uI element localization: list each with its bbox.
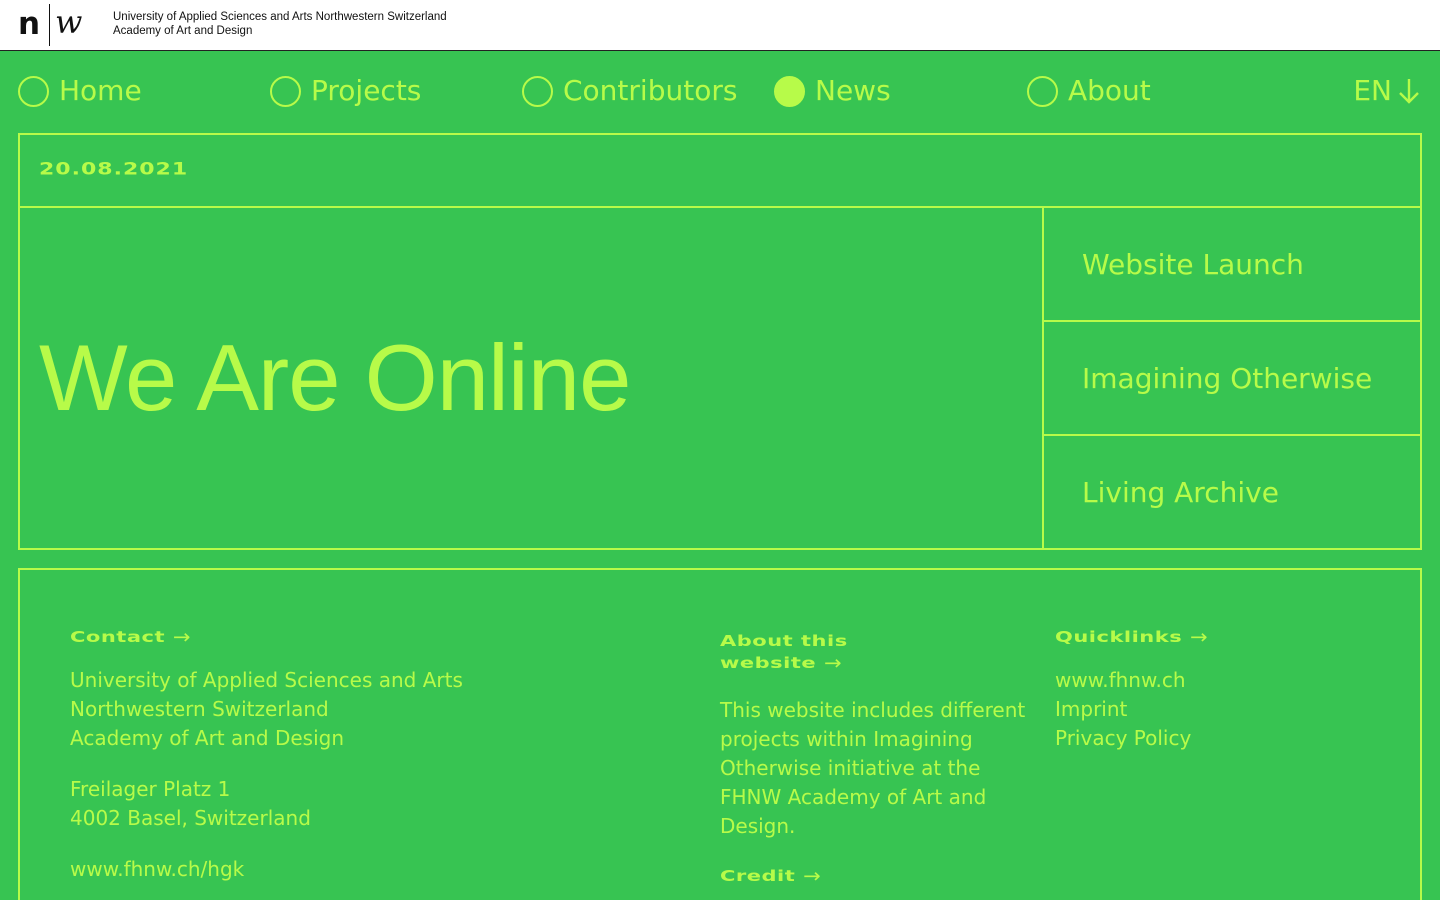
nav-label: About	[1068, 74, 1151, 107]
main-nav: Home Projects Contributors News About EN	[0, 51, 1440, 131]
post-date: 20.08.2021	[39, 160, 189, 179]
post-headline-area: We Are Online	[20, 208, 1044, 548]
about-heading-line2: website	[720, 654, 817, 672]
logo-letter-n: n	[18, 6, 41, 42]
nav-label: Contributors	[563, 74, 738, 107]
nav-dot-icon	[18, 75, 49, 107]
nav-dot-icon	[270, 75, 301, 107]
nav-dot-icon	[522, 75, 553, 107]
nav-item-contributors[interactable]: Contributors	[522, 71, 737, 111]
contact-heading: Contact	[70, 628, 165, 646]
contact-city: 4002 Basel, Switzerland	[70, 806, 311, 830]
language-label: EN	[1353, 74, 1392, 107]
contact-heading-link[interactable]: Contact →	[70, 626, 191, 648]
quicklinks-heading-link[interactable]: Quicklinks →	[1055, 626, 1208, 648]
about-heading-line1: About this	[720, 632, 848, 650]
quicklinks-heading: Quicklinks	[1055, 628, 1183, 646]
logo-letter-w: w	[55, 3, 83, 41]
language-switcher[interactable]: EN	[1353, 71, 1420, 111]
post-date-row: 20.08.2021	[20, 135, 1420, 208]
about-heading-link[interactable]: About this website →	[720, 630, 848, 674]
nav-label: News	[815, 74, 891, 107]
arrow-right-icon: →	[1190, 625, 1209, 649]
tag-website-launch[interactable]: Website Launch	[1044, 208, 1420, 322]
contact-street: Freilager Platz 1	[70, 777, 231, 801]
credit-label: Credit	[720, 867, 796, 885]
quicklink-fhnw[interactable]: www.fhnw.ch	[1055, 666, 1208, 695]
logo-divider	[49, 4, 50, 46]
nav-item-home[interactable]: Home	[18, 71, 142, 111]
org-name-line2: Academy of Art and Design	[113, 24, 253, 37]
post-tags: Website Launch Imagining Otherwise Livin…	[1044, 208, 1420, 548]
nav-item-about[interactable]: About	[1027, 71, 1151, 111]
fhnw-logo[interactable]: n w	[18, 3, 94, 46]
contact-line1: University of Applied Sciences and Arts	[70, 668, 463, 692]
nav-item-projects[interactable]: Projects	[270, 71, 421, 111]
footer-quicklinks: Quicklinks → www.fhnw.ch Imprint Privacy…	[1055, 622, 1208, 753]
nav-item-news[interactable]: News	[774, 71, 891, 111]
footer-contact: Contact → University of Applied Sciences…	[70, 622, 463, 884]
site-footer: Contact → University of Applied Sciences…	[18, 568, 1422, 900]
arrow-down-icon	[1399, 79, 1419, 104]
arrow-right-icon: →	[823, 651, 843, 675]
nav-label: Home	[59, 74, 142, 107]
post-title: We Are Online	[39, 325, 631, 430]
nav-dot-active-icon	[774, 75, 805, 107]
nav-label: Projects	[311, 74, 422, 107]
tag-living-archive[interactable]: Living Archive	[1044, 436, 1420, 548]
tag-imagining-otherwise[interactable]: Imagining Otherwise	[1044, 322, 1420, 436]
org-name-line1: University of Applied Sciences and Arts …	[113, 11, 447, 23]
about-text: This website includes different projects…	[720, 698, 1026, 838]
arrow-right-icon: →	[172, 625, 191, 649]
credit-link[interactable]: Credit →	[720, 865, 821, 887]
contact-line2: Northwestern Switzerland	[70, 697, 329, 721]
arrow-right-icon: →	[803, 864, 822, 888]
quicklink-privacy-policy[interactable]: Privacy Policy	[1055, 724, 1208, 753]
contact-url-link[interactable]: www.fhnw.ch/hgk	[70, 855, 463, 884]
quicklink-imprint[interactable]: Imprint	[1055, 695, 1208, 724]
org-name: University of Applied Sciences and Arts …	[113, 11, 447, 38]
top-bar: n w University of Applied Sciences and A…	[0, 0, 1440, 51]
news-post: 20.08.2021 We Are Online Website Launch …	[18, 133, 1422, 550]
contact-line3: Academy of Art and Design	[70, 726, 345, 750]
nav-dot-icon	[1027, 75, 1058, 107]
footer-about: About this website → This website includ…	[720, 622, 1040, 891]
